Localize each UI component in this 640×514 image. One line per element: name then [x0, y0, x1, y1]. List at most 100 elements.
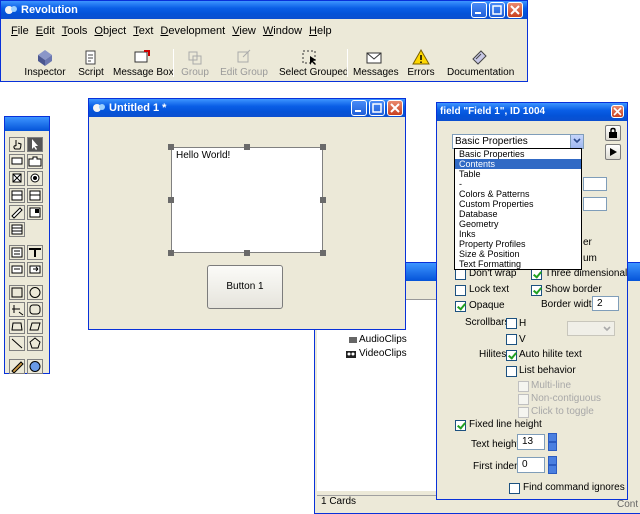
selection-handle[interactable] [320, 250, 326, 256]
pane-option[interactable]: Property Profiles [455, 239, 581, 249]
palette-title-bar[interactable] [5, 117, 49, 131]
list-item[interactable]: AudioClips [347, 334, 407, 345]
table-tool-icon[interactable] [9, 222, 25, 237]
pane-option[interactable]: Geometry [455, 219, 581, 229]
pane-option[interactable]: Inks [455, 229, 581, 239]
pane-option[interactable]: Custom Properties [455, 199, 581, 209]
chevron-down-icon[interactable] [548, 442, 557, 451]
group-button[interactable]: Group [179, 47, 211, 78]
dropdown-arrow[interactable] [570, 135, 583, 148]
rounded-rectangle-tool-icon[interactable] [27, 302, 43, 317]
maximize-button[interactable] [489, 2, 505, 18]
selection-handle[interactable] [244, 144, 250, 150]
browse-tool-icon[interactable] [9, 137, 25, 152]
menu-development[interactable]: Development [160, 25, 225, 41]
three-dimensional-checkbox[interactable] [531, 269, 542, 280]
hello-world-field[interactable]: Hello World! [171, 147, 323, 253]
minimize-button[interactable] [471, 2, 487, 18]
scrolling-field-tool-icon[interactable] [27, 188, 43, 203]
image-area-tool-icon[interactable] [27, 205, 43, 220]
curve-tool-icon[interactable] [9, 336, 25, 351]
combo-box-tool-icon[interactable] [27, 262, 43, 277]
lock-inspector-button[interactable] [605, 125, 621, 141]
menu-tool-icon[interactable] [9, 245, 25, 260]
minimize-button[interactable] [351, 100, 367, 116]
text-height-field[interactable]: 13 [517, 434, 545, 450]
pane-option[interactable]: Contents [455, 159, 581, 169]
menu-file[interactable]: File [11, 25, 29, 41]
polygon-tool-icon[interactable] [9, 319, 25, 334]
show-border-checkbox[interactable] [531, 285, 542, 296]
chevron-up-icon[interactable] [548, 456, 557, 465]
button-tool-icon[interactable] [9, 154, 25, 169]
menu-object[interactable]: Object [94, 25, 126, 41]
pane-selector-dropdown[interactable]: Basic Properties [452, 134, 584, 149]
close-button[interactable] [507, 2, 523, 18]
close-button[interactable] [611, 105, 624, 118]
list-item[interactable]: VideoClips [345, 348, 407, 359]
checkbox-tool-icon[interactable] [9, 171, 25, 186]
list-tool-icon[interactable] [9, 205, 25, 220]
messages-button[interactable]: Messages [353, 47, 399, 78]
name-field[interactable] [583, 177, 607, 191]
close-button[interactable] [387, 100, 403, 116]
message-box-button[interactable]: Message Box [113, 47, 174, 78]
selection-handle[interactable] [320, 144, 326, 150]
maximize-button[interactable] [369, 100, 385, 116]
text-height-stepper[interactable] [548, 433, 557, 451]
edit-group-button[interactable]: Edit Group [219, 47, 269, 78]
tab-button-tool-icon[interactable] [27, 154, 43, 169]
stack-card-area[interactable]: Hello World! Button 1 [92, 119, 402, 326]
first-indent-field[interactable]: 0 [517, 457, 545, 473]
stack-title-bar[interactable]: Untitled 1 * [89, 99, 405, 117]
multi-line-checkbox[interactable] [518, 381, 529, 392]
non-contiguous-checkbox[interactable] [518, 394, 529, 405]
find-ignores-checkbox[interactable] [509, 483, 520, 494]
regular-polygon-tool-icon[interactable] [27, 336, 43, 351]
selection-handle[interactable] [320, 197, 326, 203]
pane-option[interactable]: - [455, 179, 581, 189]
field-tool-icon[interactable] [9, 188, 25, 203]
fixed-line-height-checkbox[interactable] [455, 420, 466, 431]
scrollbar-width-dropdown[interactable] [567, 321, 615, 336]
opaque-checkbox[interactable] [455, 301, 466, 312]
color-chooser-icon[interactable] [27, 359, 43, 374]
first-indent-stepper[interactable] [548, 456, 557, 474]
selection-handle[interactable] [168, 144, 174, 150]
dont-wrap-checkbox[interactable] [455, 269, 466, 280]
pane-option[interactable]: Text Formatting [455, 259, 581, 269]
pane-option[interactable]: Size & Position [455, 249, 581, 259]
inspector-button[interactable]: Inspector [23, 47, 67, 78]
vertical-scrollbar-checkbox[interactable] [506, 334, 517, 345]
popup-menu-tool-icon[interactable] [27, 245, 43, 260]
selection-handle[interactable] [244, 250, 250, 256]
button-1[interactable]: Button 1 [207, 265, 283, 309]
main-title-bar[interactable]: Revolution [1, 1, 527, 19]
paint-tools-icon[interactable] [9, 359, 25, 374]
pane-option[interactable]: Basic Properties [455, 149, 581, 159]
documentation-button[interactable]: Documentation [447, 47, 514, 78]
lock-text-checkbox[interactable] [455, 285, 466, 296]
selection-handle[interactable] [168, 250, 174, 256]
border-width-field[interactable]: 2 [592, 296, 619, 311]
pane-options-list[interactable]: Basic Properties Contents Table - Colors & P… [454, 148, 582, 270]
radio-button-tool-icon[interactable] [27, 171, 43, 186]
next-button[interactable] [605, 144, 621, 160]
pane-option[interactable]: Colors & Patterns [455, 189, 581, 199]
freehand-polygon-tool-icon[interactable] [27, 319, 43, 334]
auto-hilite-checkbox[interactable] [506, 350, 517, 361]
menu-text[interactable]: Text [133, 25, 153, 41]
menu-tools[interactable]: Tools [62, 25, 88, 41]
pointer-tool-icon[interactable] [27, 137, 43, 152]
label-field[interactable] [583, 197, 607, 211]
menu-window[interactable]: Window [263, 25, 302, 41]
pane-option[interactable]: Database [455, 209, 581, 219]
chevron-up-icon[interactable] [548, 433, 557, 442]
oval-tool-icon[interactable] [27, 285, 43, 300]
menu-edit[interactable]: Edit [36, 25, 55, 41]
select-grouped-button[interactable]: Select Grouped [279, 47, 349, 78]
script-button[interactable]: Script [71, 47, 111, 78]
errors-button[interactable]: Errors [405, 47, 437, 78]
horizontal-scrollbar-checkbox[interactable] [506, 318, 517, 329]
menu-help[interactable]: Help [309, 25, 332, 41]
